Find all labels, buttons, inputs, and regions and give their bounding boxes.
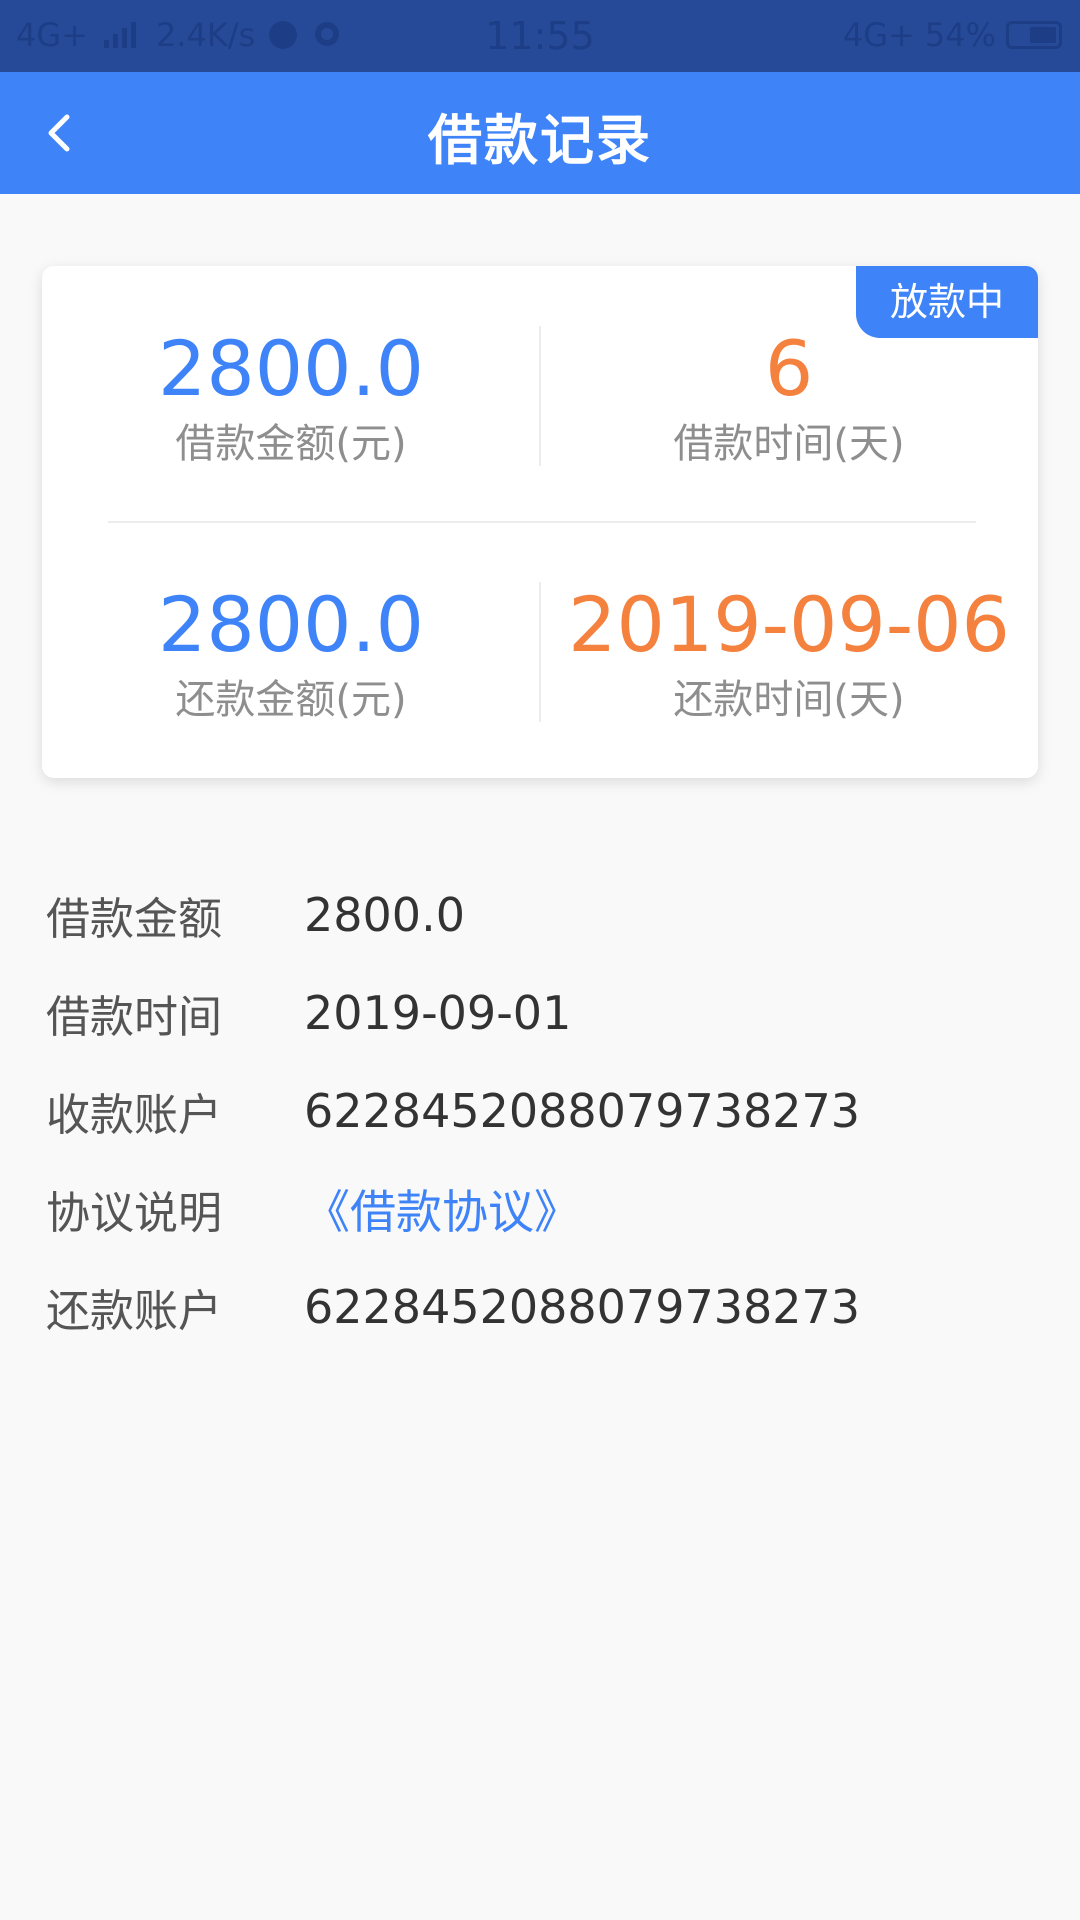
loan-days-cell: 6 借款时间(天): [540, 324, 1038, 470]
detail-value: 2019-09-01: [304, 986, 572, 1040]
detail-row-agreement: 协议说明 《借款协议》: [46, 1160, 1036, 1258]
loan-amount-label: 借款金额(元): [175, 421, 407, 467]
battery-icon: [1006, 21, 1062, 49]
loan-days-label: 借款时间(天): [673, 421, 905, 467]
repay-amount-label: 还款金额(元): [175, 677, 407, 723]
loan-details: 借款金额 2800.0 借款时间 2019-09-01 收款账户 6228452…: [46, 866, 1036, 1356]
detail-label: 借款时间: [46, 992, 222, 1043]
loan-amount-value: 2800.0: [158, 324, 424, 413]
loan-amount-cell: 2800.0 借款金额(元): [42, 324, 540, 470]
status-bar-right: 4G+ 54%: [843, 16, 1062, 54]
loan-summary-card: 放款中 2800.0 借款金额(元) 6 借款时间(天) 2800.0 还款金额…: [42, 266, 1038, 778]
detail-label: 收款账户: [46, 1090, 222, 1141]
detail-value: 2800.0: [304, 888, 465, 942]
loan-days-value: 6: [764, 324, 814, 413]
horizontal-divider: [108, 521, 976, 523]
loan-agreement-link[interactable]: 《借款协议》: [304, 1176, 580, 1242]
detail-value: 6228452088079738273: [304, 1280, 861, 1334]
status-bar: 4G+ 2.4K/s 11:55 4G+ 54%: [0, 0, 1080, 72]
detail-row-loan-date: 借款时间 2019-09-01: [46, 964, 1036, 1062]
detail-row-loan-amount: 借款金额 2800.0: [46, 866, 1036, 964]
repay-date-label: 还款时间(天): [673, 677, 905, 723]
battery-percent: 54%: [924, 16, 996, 54]
repay-date-value: 2019-09-06: [568, 580, 1010, 669]
detail-value: 6228452088079738273: [304, 1084, 861, 1138]
network-type-right: 4G+: [842, 16, 915, 54]
header-bar: 借款记录: [0, 72, 1080, 194]
repay-date-cell: 2019-09-06 还款时间(天): [540, 580, 1038, 726]
loan-record-page: 4G+ 2.4K/s 11:55 4G+ 54% 借款记录 放款中 2800.0…: [0, 0, 1080, 1920]
detail-row-repay-account: 还款账户 6228452088079738273: [46, 1258, 1036, 1356]
detail-label: 还款账户: [46, 1286, 222, 1337]
repay-amount-cell: 2800.0 还款金额(元): [42, 580, 540, 726]
detail-label: 协议说明: [46, 1188, 222, 1239]
detail-row-receive-account: 收款账户 6228452088079738273: [46, 1062, 1036, 1160]
repay-amount-value: 2800.0: [158, 580, 424, 669]
page-title: 借款记录: [428, 109, 652, 172]
detail-label: 借款金额: [46, 894, 222, 945]
